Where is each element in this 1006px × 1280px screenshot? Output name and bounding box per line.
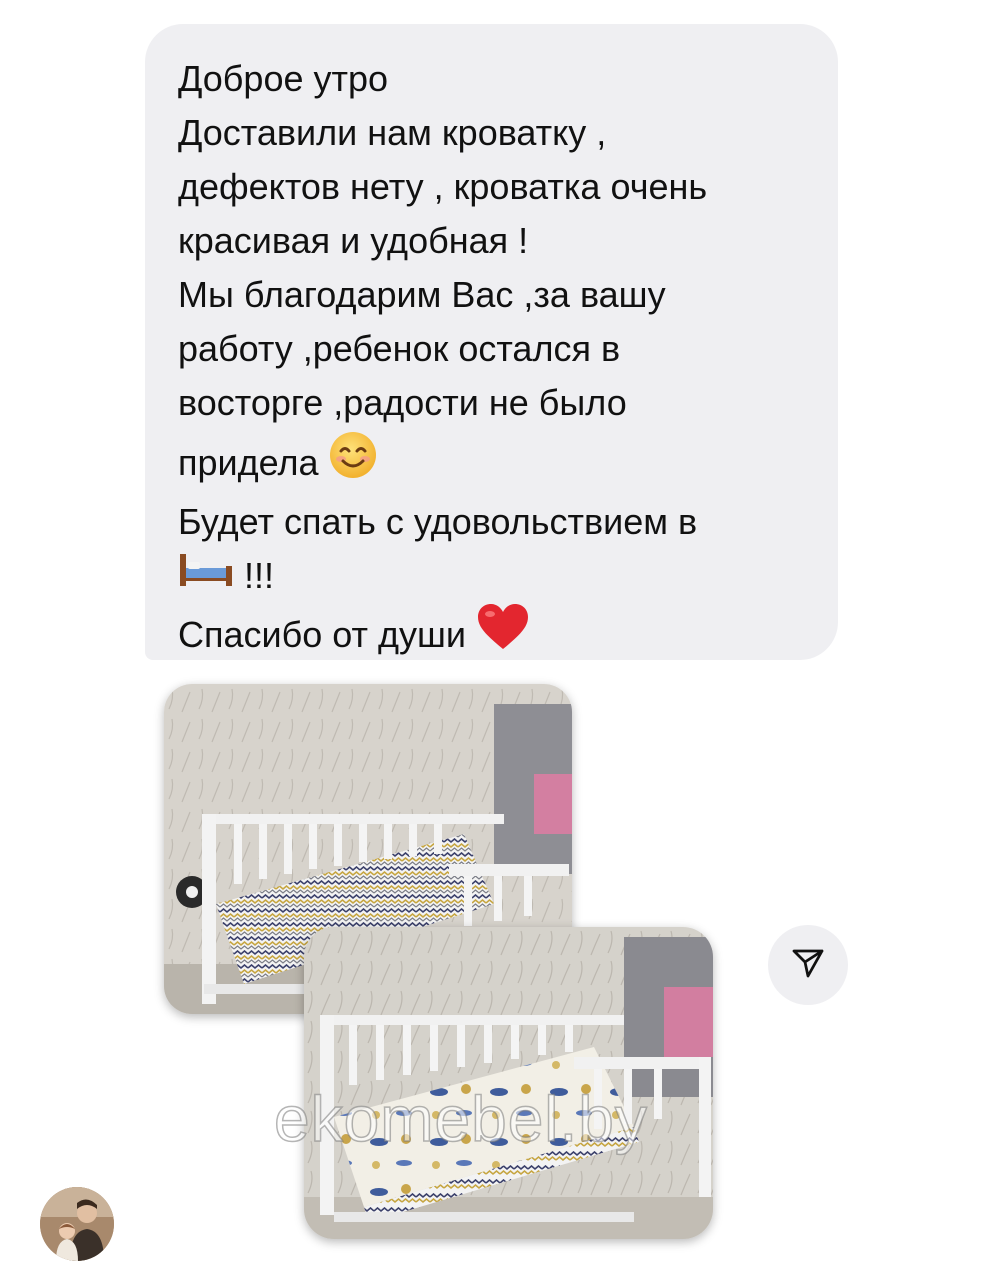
share-button[interactable] [768, 925, 848, 1005]
message-line: восторге ,радости не было [178, 382, 627, 423]
message-line: работу ,ребенок остался в [178, 328, 621, 369]
message-line: дефектов нету , кроватка очень [178, 166, 708, 207]
watermark: ekomebel.by [273, 1082, 648, 1156]
message-line: придела [178, 430, 808, 495]
message-line: Доставили нам кроватку , [178, 112, 607, 153]
message-line: Будет спать с удовольствием в [178, 501, 698, 542]
smiling-face-emoji [328, 430, 378, 495]
user-avatar[interactable] [40, 1187, 114, 1261]
message-line: красивая и удобная ! [178, 220, 529, 261]
message-line: !!! [178, 549, 808, 603]
message-line: Спасибо от души [178, 603, 808, 666]
red-heart-emoji [476, 603, 530, 666]
bed-emoji [178, 549, 234, 603]
message-bubble[interactable]: Доброе утро Доставили нам кроватку , деф… [145, 24, 838, 660]
message-line: Мы благодарим Вас ,за вашу [178, 274, 666, 315]
message-line: Доброе утро [178, 58, 389, 99]
send-icon [790, 945, 826, 986]
